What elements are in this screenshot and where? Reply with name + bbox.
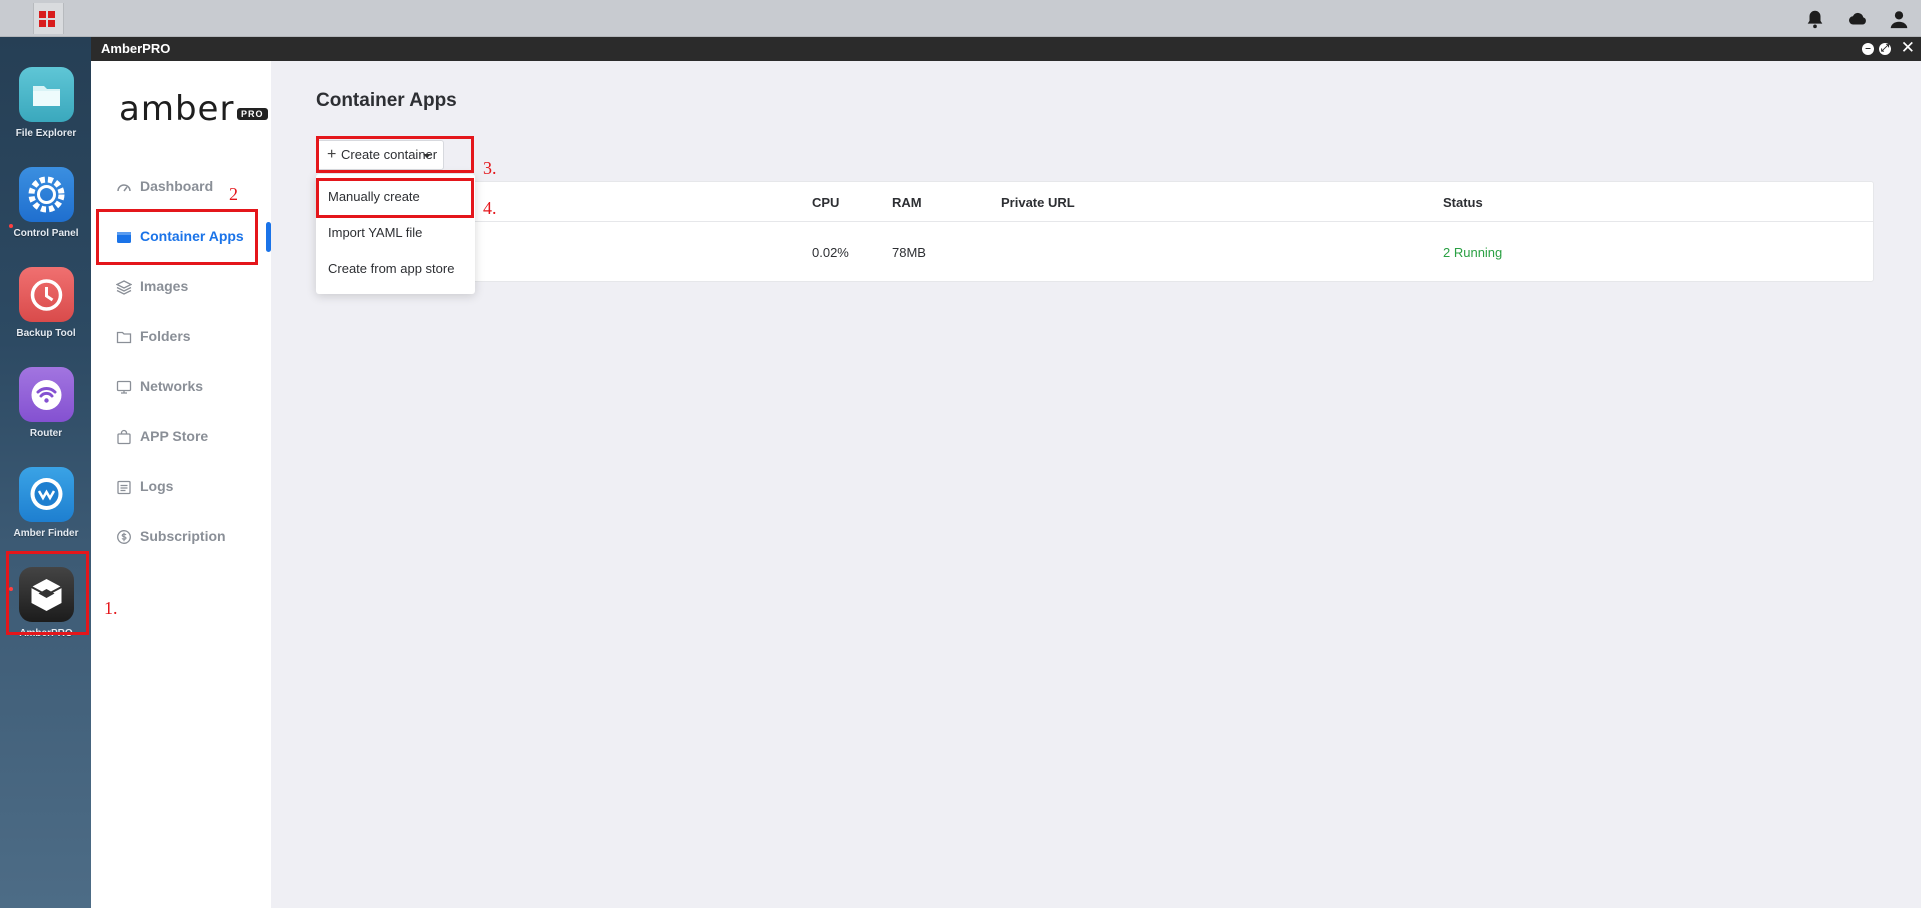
close-icon[interactable]: ✕: [1901, 39, 1915, 57]
running-indicator: [9, 224, 13, 228]
dock-label: File Explorer: [15, 128, 77, 139]
annotation-label: 2: [229, 184, 238, 204]
column-header-private-url[interactable]: Private URL: [1001, 195, 1075, 210]
sidebar-item-folders[interactable]: Folders: [91, 314, 271, 360]
user-icon[interactable]: [1888, 8, 1910, 30]
layers-icon: [116, 280, 132, 295]
main-content: Container Apps CPU RAM Private URL Statu…: [271, 61, 1921, 908]
dock-label: Router: [29, 428, 63, 439]
menu-item-create-from-app-store[interactable]: Create from app store: [316, 251, 475, 287]
cpu-value: 0.02%: [812, 245, 849, 260]
column-header-ram[interactable]: RAM: [892, 195, 922, 210]
sidebar-item-label: Networks: [140, 378, 204, 394]
sidebar-item-label: APP Store: [140, 428, 209, 444]
bag-icon: [117, 429, 131, 445]
clock-icon: [19, 267, 74, 322]
annotation-box-create-container: [316, 136, 474, 173]
dock-item-control-panel[interactable]: Control Panel: [8, 157, 84, 253]
annotation-label: 1.: [104, 598, 118, 618]
sidebar: amber PRO Dashboard Container Apps Image…: [91, 61, 271, 908]
dock-label: Control Panel: [13, 228, 79, 239]
annotation-label: 4.: [483, 198, 497, 218]
menu-item-import-yaml[interactable]: Import YAML file: [316, 215, 475, 251]
app-dock: File Explorer Control Panel Backup Tool …: [0, 37, 91, 908]
table-header: CPU RAM Private URL Status: [317, 182, 1873, 222]
annotation-box-amberpro: [6, 551, 89, 635]
page-title: Container Apps: [316, 90, 457, 111]
sidebar-item-subscription[interactable]: Subscription: [91, 514, 271, 560]
dock-item-amber-finder[interactable]: Amber Finder: [8, 457, 84, 553]
maximize-icon[interactable]: ⤢: [1879, 43, 1891, 55]
annotation-label: 3.: [483, 158, 497, 178]
column-header-status[interactable]: Status: [1443, 195, 1483, 210]
container-table: CPU RAM Private URL Status 0.02% 78MB 2 …: [316, 181, 1874, 282]
dock-item-file-explorer[interactable]: File Explorer: [8, 57, 84, 153]
dock-item-backup-tool[interactable]: Backup Tool: [8, 257, 84, 353]
sidebar-item-networks[interactable]: Networks: [91, 364, 271, 410]
minimize-icon[interactable]: –: [1862, 43, 1874, 55]
sidebar-item-dashboard[interactable]: Dashboard: [91, 164, 271, 210]
dashboard-icon: [117, 184, 131, 192]
folder-icon: [116, 331, 132, 344]
apps-grid-icon[interactable]: [33, 3, 64, 34]
bell-icon[interactable]: [1804, 8, 1826, 30]
calendar-icon: [117, 480, 131, 495]
sidebar-item-logs[interactable]: Logs: [91, 464, 271, 510]
sidebar-item-images[interactable]: Images: [91, 264, 271, 310]
sidebar-item-label: Subscription: [140, 528, 226, 544]
annotation-box-container-apps: [96, 209, 258, 265]
dollar-icon: [117, 530, 131, 544]
sidebar-item-label: Dashboard: [140, 178, 214, 194]
folder-icon: [19, 67, 74, 122]
sidebar-item-app-store[interactable]: APP Store: [91, 414, 271, 460]
ram-value: 78MB: [892, 245, 926, 260]
logo-text: amber: [119, 89, 235, 129]
status-badge: 2 Running: [1443, 245, 1503, 260]
dock-item-router[interactable]: Router: [8, 357, 84, 453]
amber-logo: amber PRO: [119, 89, 268, 129]
sidebar-item-label: Logs: [140, 478, 174, 494]
sidebar-item-label: Folders: [140, 328, 191, 344]
wifi-icon: [19, 367, 74, 422]
annotation-box-manually-create: [316, 178, 474, 218]
system-top-bar: [0, 0, 1921, 37]
finder-icon: [19, 467, 74, 522]
gear-icon: [19, 167, 74, 222]
sidebar-item-label: Images: [140, 278, 189, 294]
column-header-cpu[interactable]: CPU: [812, 195, 839, 210]
logo-badge: PRO: [237, 108, 268, 120]
dock-label: Amber Finder: [13, 528, 79, 539]
cloud-icon[interactable]: [1847, 8, 1869, 30]
dock-label: Backup Tool: [16, 328, 76, 339]
window-title: AmberPRO: [101, 41, 171, 56]
window-title-bar[interactable]: AmberPRO – ⤢ ✕: [91, 37, 1921, 61]
monitor-icon: [116, 380, 132, 394]
